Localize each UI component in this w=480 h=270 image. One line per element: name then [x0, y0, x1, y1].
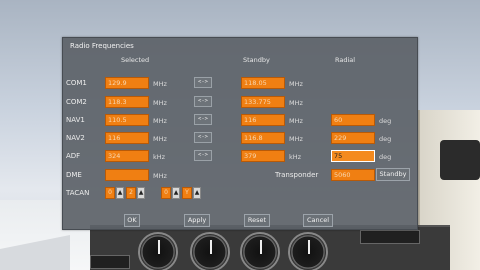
- nav2-standby-unit: MHz: [289, 135, 303, 143]
- com1-selected-field[interactable]: 129.9: [105, 77, 149, 89]
- com2-swap-button[interactable]: <->: [194, 96, 212, 107]
- com2-selected-unit: MHz: [153, 99, 167, 107]
- nav2-radial-unit: deg: [379, 135, 392, 143]
- nav1-selected-unit: MHz: [153, 117, 167, 125]
- nav2-selected-unit: MHz: [153, 135, 167, 143]
- transponder-label: Transponder: [275, 171, 319, 179]
- radio-stack-display-left: [90, 255, 130, 269]
- radio-stack-display: [360, 230, 420, 244]
- reset-button[interactable]: Reset: [244, 214, 270, 227]
- header-radial: Radial: [335, 56, 356, 64]
- row-label-adf: ADF: [66, 152, 81, 160]
- dialog-title: Radio Frequencies: [70, 42, 134, 50]
- nav1-radial-field[interactable]: 60: [331, 114, 375, 126]
- com1-selected-unit: MHz: [153, 80, 167, 88]
- com1-standby-unit: MHz: [289, 80, 303, 88]
- row-label-nav2: NAV2: [66, 134, 85, 142]
- header-standby: Standby: [243, 56, 270, 64]
- heading-gauge-icon: [190, 232, 230, 270]
- ok-button[interactable]: OK: [124, 214, 140, 227]
- nav2-swap-button[interactable]: <->: [194, 132, 212, 143]
- com2-standby-field[interactable]: 133.775: [241, 96, 285, 108]
- adf-standby-field[interactable]: 379: [241, 150, 285, 162]
- tacan-channel-letter[interactable]: Y: [182, 187, 192, 199]
- tacan-digit-1[interactable]: 0: [105, 187, 115, 199]
- adf-selected-field[interactable]: 324: [105, 150, 149, 162]
- cancel-button[interactable]: Cancel: [303, 214, 333, 227]
- attitude-gauge-icon: [138, 232, 178, 270]
- row-label-dme: DME: [66, 171, 82, 179]
- row-label-com2: COM2: [66, 98, 87, 106]
- row-label-tacan: TACAN: [66, 189, 90, 197]
- radio-frequencies-dialog: Radio Frequencies Selected Standby Radia…: [62, 37, 418, 230]
- nav1-swap-button[interactable]: <->: [194, 114, 212, 125]
- transponder-code-field[interactable]: 5060: [331, 169, 375, 181]
- nav1-standby-field[interactable]: 116: [241, 114, 285, 126]
- adf-radial-field[interactable]: 75: [331, 150, 375, 162]
- tacan-spin-3-icon[interactable]: ▲: [172, 187, 180, 199]
- com1-swap-button[interactable]: <->: [194, 77, 212, 88]
- altimeter-gauge-icon: [240, 232, 280, 270]
- dme-field[interactable]: [105, 169, 149, 181]
- com2-selected-field[interactable]: 118.3: [105, 96, 149, 108]
- cockpit-window-post: [440, 140, 480, 180]
- nav2-standby-field[interactable]: 116.8: [241, 132, 285, 144]
- adf-selected-unit: kHz: [153, 153, 166, 161]
- adf-standby-unit: kHz: [289, 153, 302, 161]
- tacan-spin-1-icon[interactable]: ▲: [116, 187, 124, 199]
- adf-swap-button[interactable]: <->: [194, 150, 212, 161]
- nav2-radial-field[interactable]: 229: [331, 132, 375, 144]
- tacan-spin-4-icon[interactable]: ▲: [193, 187, 201, 199]
- nav2-selected-field[interactable]: 116: [105, 132, 149, 144]
- nav1-radial-unit: deg: [379, 117, 392, 125]
- tacan-digit-3[interactable]: 0: [161, 187, 171, 199]
- nav1-standby-unit: MHz: [289, 117, 303, 125]
- apply-button[interactable]: Apply: [184, 214, 210, 227]
- com2-standby-unit: MHz: [289, 99, 303, 107]
- tacan-digit-2[interactable]: 2: [126, 187, 136, 199]
- row-label-com1: COM1: [66, 79, 87, 87]
- adf-radial-unit: deg: [379, 153, 392, 161]
- transponder-standby-button[interactable]: Standby: [376, 168, 410, 181]
- row-label-nav1: NAV1: [66, 116, 85, 124]
- vsi-gauge-icon: [288, 232, 328, 270]
- header-selected: Selected: [121, 56, 150, 64]
- tacan-spin-2-icon[interactable]: ▲: [137, 187, 145, 199]
- nav1-selected-field[interactable]: 110.5: [105, 114, 149, 126]
- dme-unit: MHz: [153, 172, 167, 180]
- com1-standby-field[interactable]: 118.05: [241, 77, 285, 89]
